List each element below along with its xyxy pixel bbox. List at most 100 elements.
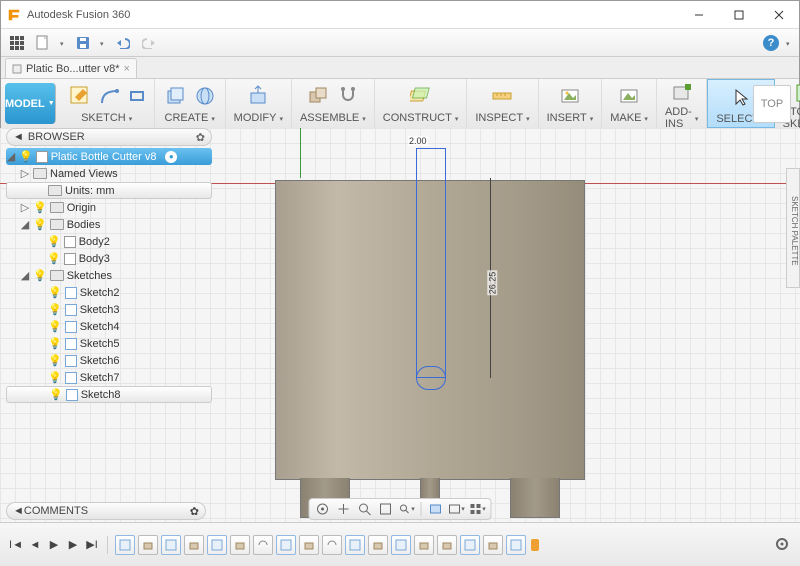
ribbon-label-insert[interactable]: INSERT	[547, 112, 587, 124]
help-icon[interactable]: ?	[763, 35, 779, 51]
timeline-item[interactable]	[115, 535, 135, 555]
tree-item-origin[interactable]: ▷💡Origin	[6, 199, 212, 216]
timeline-item[interactable]	[253, 535, 273, 555]
zoom-dropdown[interactable]	[398, 500, 416, 518]
timeline-marker[interactable]	[531, 539, 539, 551]
timeline-item[interactable]	[506, 535, 526, 555]
tree-item-sketch[interactable]: 💡Sketch5	[6, 335, 212, 352]
timeline-item[interactable]	[368, 535, 388, 555]
timeline-item[interactable]	[345, 535, 365, 555]
tree-root[interactable]: ◢💡Platic Bottle Cutter v8 ●	[6, 148, 212, 165]
timeline-settings-icon[interactable]	[774, 536, 792, 554]
sketch-icon	[65, 372, 77, 384]
press-pull-icon[interactable]	[246, 84, 270, 108]
sketch-profile[interactable]	[416, 148, 446, 378]
tree-item-units[interactable]: Units: mm	[6, 182, 212, 199]
dimension-top[interactable]: 2.00	[408, 136, 428, 146]
save-dropdown[interactable]	[99, 37, 107, 49]
comments-settings-icon[interactable]: ✿	[190, 505, 199, 518]
select-icon[interactable]	[729, 85, 753, 109]
timeline-play-button[interactable]: ▶	[46, 537, 62, 553]
tree-item-sketch[interactable]: 💡Sketch2	[6, 284, 212, 301]
tree-item-sketch[interactable]: 💡Sketch6	[6, 352, 212, 369]
display-single-icon[interactable]	[427, 500, 445, 518]
timeline-end-button[interactable]: ▶I	[84, 537, 100, 553]
timeline-item[interactable]	[437, 535, 457, 555]
tree-item-sketch[interactable]: 💡Sketch4	[6, 318, 212, 335]
viewcube[interactable]: TOP	[753, 85, 791, 123]
timeline-item[interactable]	[207, 535, 227, 555]
redo-icon[interactable]	[139, 33, 159, 53]
ribbon-label-addins[interactable]: ADD-INS	[665, 106, 692, 130]
line-icon[interactable]	[98, 84, 122, 108]
joint-icon[interactable]	[336, 84, 360, 108]
browser-collapse-icon[interactable]: ◄	[13, 131, 24, 143]
ribbon-label-construct[interactable]: CONSTRUCT	[383, 112, 452, 124]
app-menu-icon[interactable]	[7, 33, 27, 53]
insert-decal-icon[interactable]	[558, 84, 582, 108]
save-icon[interactable]	[73, 33, 93, 53]
timeline-item[interactable]	[391, 535, 411, 555]
tree-item-sketch[interactable]: 💡Sketch8	[6, 386, 212, 403]
workspace-switcher[interactable]: MODEL▼	[5, 83, 56, 124]
browser-header[interactable]: ◄ BROWSER ✿	[6, 128, 212, 146]
timeline-item[interactable]	[414, 535, 434, 555]
browser-settings-icon[interactable]: ✿	[196, 131, 205, 144]
sketch-slot[interactable]	[416, 366, 446, 390]
window-maximize-button[interactable]	[719, 1, 759, 28]
timeline-item[interactable]	[483, 535, 503, 555]
display-dropdown[interactable]	[448, 500, 466, 518]
timeline-item[interactable]	[184, 535, 204, 555]
document-tab[interactable]: Platic Bo...utter v8* ×	[5, 58, 137, 78]
viewport-dropdown[interactable]	[469, 500, 487, 518]
orbit-icon[interactable]	[314, 500, 332, 518]
timeline-item[interactable]	[161, 535, 181, 555]
tree-item-sketch[interactable]: 💡Sketch3	[6, 301, 212, 318]
timeline-item[interactable]	[322, 535, 342, 555]
pan-icon[interactable]	[335, 500, 353, 518]
timeline-item[interactable]	[299, 535, 319, 555]
tree-item-body[interactable]: 💡Body2	[6, 233, 212, 250]
timeline-item[interactable]	[460, 535, 480, 555]
measure-icon[interactable]	[490, 84, 514, 108]
ribbon-label-sketch[interactable]: SKETCH	[81, 112, 126, 124]
timeline-item[interactable]	[230, 535, 250, 555]
stop-sketch-icon[interactable]	[793, 81, 800, 105]
tree-item-named-views[interactable]: ▷Named Views	[6, 165, 212, 182]
file-new-icon[interactable]	[33, 33, 53, 53]
undo-icon[interactable]	[113, 33, 133, 53]
timeline-item[interactable]	[276, 535, 296, 555]
revolve-icon[interactable]	[193, 84, 217, 108]
document-tab-close[interactable]: ×	[124, 63, 130, 75]
addins-icon[interactable]	[670, 81, 694, 105]
rectangle-icon[interactable]	[128, 87, 146, 105]
ribbon-label-create[interactable]: CREATE	[165, 112, 209, 124]
timeline-forward-button[interactable]: ▶	[65, 537, 81, 553]
tree-item-sketches[interactable]: ◢💡Sketches	[6, 267, 212, 284]
create-sketch-icon[interactable]	[68, 84, 92, 108]
fit-icon[interactable]	[377, 500, 395, 518]
comments-collapse-icon[interactable]: ◄	[13, 505, 24, 517]
print-3d-icon[interactable]	[617, 84, 641, 108]
sketch-palette-tab[interactable]: SKETCH PALETTE	[786, 168, 800, 288]
ribbon-label-modify[interactable]: MODIFY	[234, 112, 277, 124]
timeline-item[interactable]	[138, 535, 158, 555]
timeline-back-button[interactable]: ◄	[27, 537, 43, 553]
timeline-start-button[interactable]: I◄	[8, 537, 24, 553]
tree-item-body[interactable]: 💡Body3	[6, 250, 212, 267]
new-component-icon[interactable]	[306, 84, 330, 108]
extrude-icon[interactable]	[163, 84, 187, 108]
ribbon-label-inspect[interactable]: INSPECT	[475, 112, 523, 124]
ribbon-label-assemble[interactable]: ASSEMBLE	[300, 112, 359, 124]
comments-bar[interactable]: ◄ COMMENTS ✿	[6, 502, 206, 520]
construct-plane-icon[interactable]	[409, 84, 433, 108]
tree-item-sketch[interactable]: 💡Sketch7	[6, 369, 212, 386]
help-dropdown[interactable]	[785, 37, 793, 49]
tree-item-bodies[interactable]: ◢💡Bodies	[6, 216, 212, 233]
window-minimize-button[interactable]	[679, 1, 719, 28]
zoom-icon[interactable]	[356, 500, 374, 518]
ribbon-label-make[interactable]: MAKE	[610, 112, 641, 124]
window-close-button[interactable]	[759, 1, 799, 28]
file-new-dropdown[interactable]	[59, 37, 67, 49]
dimension-right[interactable]: 26.25	[487, 271, 497, 296]
